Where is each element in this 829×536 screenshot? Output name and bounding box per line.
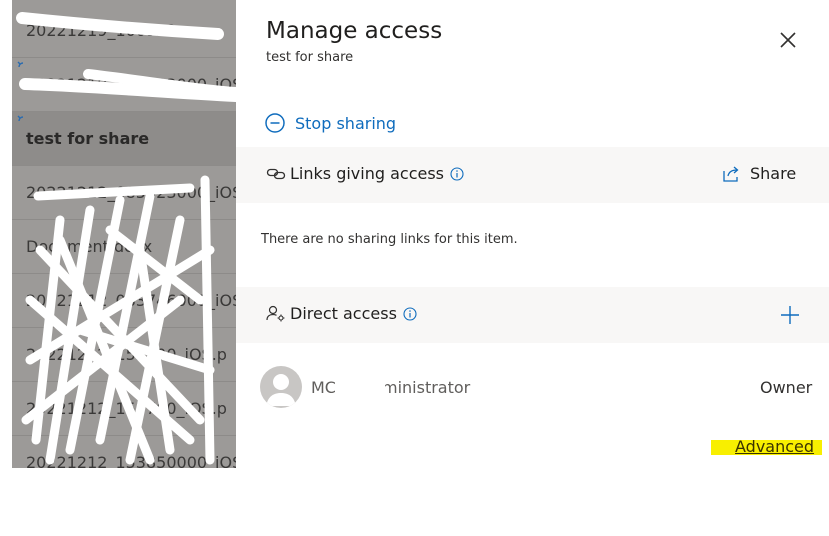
file-row-selected[interactable]: test for share bbox=[12, 112, 236, 166]
share-button[interactable]: Share bbox=[721, 164, 796, 183]
panel-title: Manage access bbox=[266, 18, 443, 44]
person-avatar-icon bbox=[266, 374, 296, 406]
info-icon[interactable] bbox=[450, 166, 464, 181]
minus-circle-icon bbox=[265, 113, 285, 133]
info-icon[interactable] bbox=[403, 306, 417, 321]
file-row[interactable]: Document.docx bbox=[12, 220, 236, 274]
screen: 20221219_100922 20221219_100923000_iOS t… bbox=[0, 0, 829, 536]
person-role[interactable]: Owner bbox=[760, 378, 812, 397]
close-icon[interactable] bbox=[776, 28, 800, 52]
file-row[interactable]: 20221212_085823000_iOS.p bbox=[12, 166, 236, 220]
file-name: 20221212_085823000_iOS.p bbox=[26, 183, 236, 202]
manage-access-panel: Manage access test for share Stop sharin… bbox=[236, 0, 829, 468]
links-section-label: Links giving access bbox=[290, 164, 444, 183]
advanced-link[interactable]: Advanced bbox=[735, 437, 814, 456]
sync-spinner-icon bbox=[17, 61, 24, 68]
plus-icon[interactable] bbox=[779, 304, 801, 326]
file-name: test for share bbox=[26, 129, 150, 148]
file-row[interactable]: 20221212_153700_iOS.p bbox=[12, 382, 236, 436]
file-name: Document.docx bbox=[26, 237, 153, 256]
file-name: 20221219_100922 bbox=[26, 21, 177, 40]
access-person-row[interactable]: MC ministrator Owner bbox=[260, 366, 820, 408]
name-redaction bbox=[335, 376, 385, 398]
direct-section-label: Direct access bbox=[290, 304, 397, 323]
file-list: 20221219_100922 20221219_100923000_iOS t… bbox=[12, 0, 236, 468]
links-section-title: Links giving access bbox=[266, 164, 464, 183]
share-icon bbox=[723, 166, 739, 182]
avatar bbox=[260, 366, 302, 408]
file-name: 20221212_083746000_iOS.p bbox=[26, 291, 236, 310]
file-name: 20221212_153700_iOS.p bbox=[26, 399, 227, 418]
file-row[interactable]: 20221219_100923000_iOS bbox=[12, 58, 236, 112]
stop-sharing-button[interactable]: Stop sharing bbox=[264, 110, 396, 136]
no-links-message: There are no sharing links for this item… bbox=[261, 232, 518, 247]
link-icon bbox=[266, 168, 286, 179]
direct-section-title: Direct access bbox=[266, 304, 417, 323]
file-row[interactable]: 20221212_083746000_iOS.p bbox=[12, 274, 236, 328]
person-gear-icon bbox=[266, 305, 285, 321]
file-name: 20221212_153850000_iOS.p bbox=[26, 453, 236, 468]
share-label: Share bbox=[750, 164, 797, 183]
stop-sharing-label: Stop sharing bbox=[295, 113, 397, 133]
file-name: 20221212_152600_iOS.p bbox=[26, 345, 227, 364]
file-name: 20221219_100923000_iOS bbox=[26, 75, 236, 94]
file-row[interactable]: 20221212_153850000_iOS.p bbox=[12, 436, 236, 468]
file-row[interactable]: 20221219_100922 bbox=[12, 4, 236, 58]
sync-spinner-icon bbox=[17, 115, 24, 122]
person-name-end: ministrator bbox=[381, 378, 471, 397]
panel-subtitle: test for share bbox=[266, 50, 354, 65]
person-name-start: MC bbox=[311, 378, 336, 397]
file-row[interactable]: 20221212_152600_iOS.p bbox=[12, 328, 236, 382]
